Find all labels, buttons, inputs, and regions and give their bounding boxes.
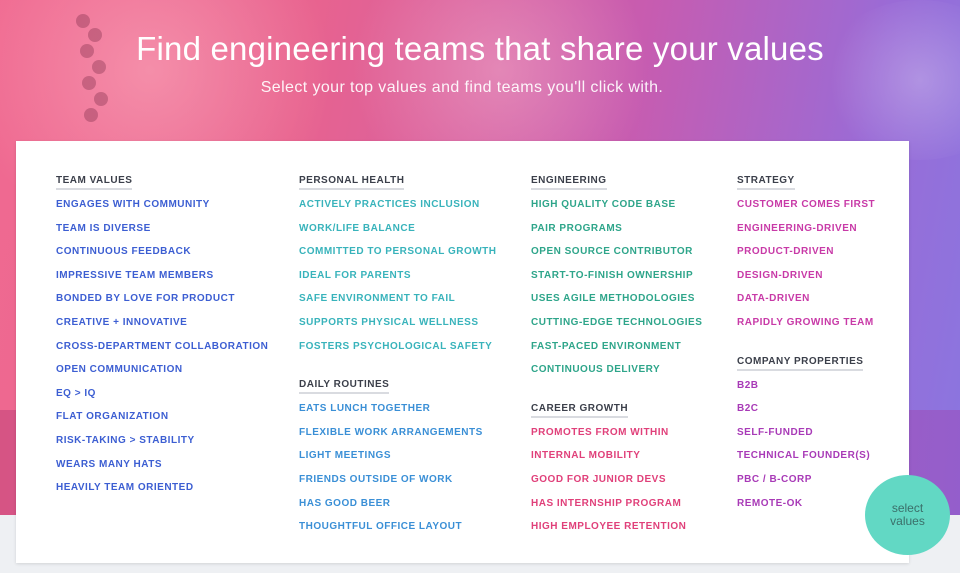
value-option[interactable]: CONTINUOUS DELIVERY xyxy=(531,362,702,386)
page-subtitle: Select your top values and find teams yo… xyxy=(260,79,664,96)
value-option[interactable]: INTERNAL MOBILITY xyxy=(531,448,702,472)
value-option[interactable]: SUPPORTS PHYSICAL WELLNESS xyxy=(299,315,497,339)
value-option[interactable]: SAFE ENVIRONMENT TO FAIL xyxy=(299,291,497,315)
value-option[interactable]: ACTIVELY PRACTICES INCLUSION xyxy=(299,197,497,221)
value-option[interactable]: TEAM IS DIVERSE xyxy=(56,221,268,245)
value-option[interactable]: CREATIVE + INNOVATIVE xyxy=(56,315,268,339)
value-option[interactable]: CONTINUOUS FEEDBACK xyxy=(56,244,268,268)
value-option[interactable]: CUSTOMER COMES FIRST xyxy=(737,197,875,221)
value-option[interactable]: IDEAL FOR PARENTS xyxy=(299,268,497,292)
value-list-strategy: CUSTOMER COMES FIRST ENGINEERING-DRIVEN PR… xyxy=(737,197,875,339)
value-list-team: ENGAGES WITH COMMUNITY TEAM IS DIVERSE CON… xyxy=(56,197,268,504)
value-option[interactable]: FLAT ORGANIZATION xyxy=(56,409,268,433)
column-engineering: ENGINEERING HIGH QUALITY CODE BASE PAIR P… xyxy=(531,170,702,543)
value-option[interactable]: ENGINEERING-DRIVEN xyxy=(737,221,875,245)
value-option[interactable]: THOUGHTFUL OFFICE LAYOUT xyxy=(299,519,497,543)
value-option[interactable]: HIGH EMPLOYEE RETENTION xyxy=(531,519,702,543)
value-option[interactable]: REMOTE-OK xyxy=(737,496,875,520)
value-option[interactable]: PAIR PROGRAMS xyxy=(531,221,702,245)
value-option[interactable]: SELF-FUNDED xyxy=(737,425,875,449)
value-option[interactable]: WORK/LIFE BALANCE xyxy=(299,221,497,245)
section-heading-personal-health: PERSONAL HEALTH xyxy=(299,175,405,190)
values-panel: TEAM VALUES ENGAGES WITH COMMUNITY TEAM I… xyxy=(16,141,909,563)
value-option[interactable]: DESIGN-DRIVEN xyxy=(737,268,875,292)
value-option[interactable]: BONDED BY LOVE FOR PRODUCT xyxy=(56,291,268,315)
value-option[interactable]: WEARS MANY HATS xyxy=(56,457,268,481)
section-heading-engineering: ENGINEERING xyxy=(531,175,607,190)
value-option[interactable]: DATA-DRIVEN xyxy=(737,291,875,315)
value-option[interactable]: B2B xyxy=(737,378,875,402)
value-option[interactable]: PBC / B-CORP xyxy=(737,472,875,496)
value-option[interactable]: CROSS-DEPARTMENT COLLABORATION xyxy=(56,339,268,363)
value-option[interactable]: EATS LUNCH TOGETHER xyxy=(299,401,497,425)
value-option[interactable]: START-TO-FINISH OWNERSHIP xyxy=(531,268,702,292)
value-option[interactable]: RAPIDLY GROWING TEAM xyxy=(737,315,875,339)
value-option[interactable]: COMMITTED TO PERSONAL GROWTH xyxy=(299,244,497,268)
value-option[interactable]: PRODUCT-DRIVEN xyxy=(737,244,875,268)
select-values-button[interactable]: select values xyxy=(865,475,950,555)
value-option[interactable]: FRIENDS OUTSIDE OF WORK xyxy=(299,472,497,496)
value-option[interactable]: LIGHT MEETINGS xyxy=(299,448,497,472)
value-option[interactable]: ENGAGES WITH COMMUNITY xyxy=(56,197,268,221)
column-strategy: STRATEGY CUSTOMER COMES FIRST ENGINEERING… xyxy=(737,170,875,519)
value-option[interactable]: FAST-PACED ENVIRONMENT xyxy=(531,339,702,363)
value-list-company: B2B B2C SELF-FUNDED TECHNICAL FOUNDER(S) PBC… xyxy=(737,378,875,520)
value-list-career: PROMOTES FROM WITHIN INTERNAL MOBILITY GOO… xyxy=(531,425,702,543)
value-option[interactable]: HAS GOOD BEER xyxy=(299,496,497,520)
value-option[interactable]: OPEN COMMUNICATION xyxy=(56,362,268,386)
section-heading-daily-routines: DAILY ROUTINES xyxy=(299,379,390,395)
section-heading-career-growth: CAREER GROWTH xyxy=(531,403,629,418)
select-values-label: select values xyxy=(890,501,925,528)
value-option[interactable]: HAS INTERNSHIP PROGRAM xyxy=(531,496,702,520)
page-title: Find engineering teams that share your v… xyxy=(136,30,824,67)
value-option[interactable]: GOOD FOR JUNIOR DEVS xyxy=(531,472,702,496)
value-list-daily: EATS LUNCH TOGETHER FLEXIBLE WORK ARRANGE… xyxy=(299,401,497,543)
value-list-health: ACTIVELY PRACTICES INCLUSION WORK/LIFE BA… xyxy=(299,197,497,362)
value-option[interactable]: EQ > IQ xyxy=(56,386,268,410)
column-personal-health: PERSONAL HEALTH ACTIVELY PRACTICES INCLU… xyxy=(299,170,497,543)
section-heading-strategy: STRATEGY xyxy=(737,175,795,190)
value-option[interactable]: TECHNICAL FOUNDER(S) xyxy=(737,448,875,472)
section-heading-company-properties: COMPANY PROPERTIES xyxy=(737,356,864,371)
value-list-engineering: HIGH QUALITY CODE BASE PAIR PROGRAMS OPEN … xyxy=(531,197,702,386)
value-option[interactable]: PROMOTES FROM WITHIN xyxy=(531,425,702,449)
value-option[interactable]: OPEN SOURCE CONTRIBUTOR xyxy=(531,244,702,268)
value-option[interactable]: RISK-TAKING > STABILITY xyxy=(56,433,268,457)
section-heading-team-values: TEAM VALUES xyxy=(56,175,133,190)
value-option[interactable]: HEAVILY TEAM ORIENTED xyxy=(56,480,268,504)
value-option[interactable]: FOSTERS PSYCHOLOGICAL SAFETY xyxy=(299,339,497,363)
value-option[interactable]: B2C xyxy=(737,401,875,425)
hero-bracelet-decoration xyxy=(66,8,126,128)
column-team-values: TEAM VALUES ENGAGES WITH COMMUNITY TEAM I… xyxy=(56,170,268,504)
value-option[interactable]: IMPRESSIVE TEAM MEMBERS xyxy=(56,268,268,292)
value-option[interactable]: USES AGILE METHODOLOGIES xyxy=(531,291,702,315)
value-option[interactable]: HIGH QUALITY CODE BASE xyxy=(531,197,702,221)
value-option[interactable]: CUTTING-EDGE TECHNOLOGIES xyxy=(531,315,702,339)
value-option[interactable]: FLEXIBLE WORK ARRANGEMENTS xyxy=(299,425,497,449)
